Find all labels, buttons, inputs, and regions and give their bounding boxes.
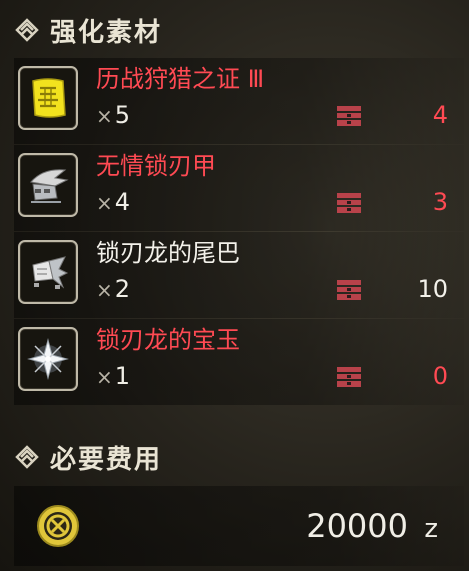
item-box-icon: [337, 193, 361, 213]
box-count: 0: [432, 362, 448, 390]
materials-list: 历战狩猎之证 Ⅲ ×5 4 无情锁刃甲 ×4 3 锁刃龙的尾巴 ×2 10 锁刃…: [14, 58, 464, 406]
cost-value: 20000: [306, 507, 408, 545]
material-name: 锁刃龙的尾巴: [96, 239, 240, 267]
gem-icon: [27, 338, 69, 380]
item-box-icon: [337, 106, 361, 126]
cost-unit: z: [424, 514, 438, 544]
item-box-icon: [337, 280, 361, 300]
zenny-coin-icon: [37, 505, 79, 547]
armor-shell-icon: [30, 169, 69, 203]
cost-section-header: 必要费用: [14, 437, 162, 477]
tail-icon: [32, 256, 69, 289]
item-box-icon: [337, 367, 361, 387]
material-row[interactable]: 锁刃龙的宝玉 ×1 0: [14, 319, 464, 405]
box-count: 10: [417, 275, 448, 303]
material-icon-frame: [18, 153, 78, 217]
material-icon-frame: [18, 240, 78, 304]
material-name: 锁刃龙的宝玉: [96, 326, 240, 354]
owned-count: ×5: [96, 101, 131, 129]
material-icon-frame: [18, 327, 78, 391]
materials-title: 强化素材: [50, 17, 163, 48]
box-count: 3: [432, 188, 448, 216]
box-count: 4: [432, 101, 448, 129]
owned-count: ×2: [96, 275, 131, 303]
cost-bar: 20000 z: [14, 486, 464, 566]
owned-count: ×4: [96, 188, 131, 216]
material-name: 历战狩猎之证 Ⅲ: [96, 65, 265, 93]
materials-section-header: 强化素材: [14, 10, 162, 50]
material-name: 无情锁刃甲: [96, 152, 216, 180]
certificate-icon: [32, 78, 66, 118]
material-row[interactable]: 无情锁刃甲 ×4 3: [14, 145, 464, 231]
material-icon-frame: [18, 66, 78, 130]
material-row[interactable]: 锁刃龙的尾巴 ×2 10: [14, 232, 464, 318]
owned-count: ×1: [96, 362, 131, 390]
material-row[interactable]: 历战狩猎之证 Ⅲ ×5 4: [14, 58, 464, 144]
cost-title: 必要费用: [50, 444, 163, 475]
diamond-bullet-icon: [15, 18, 39, 42]
diamond-bullet-icon: [15, 445, 39, 469]
